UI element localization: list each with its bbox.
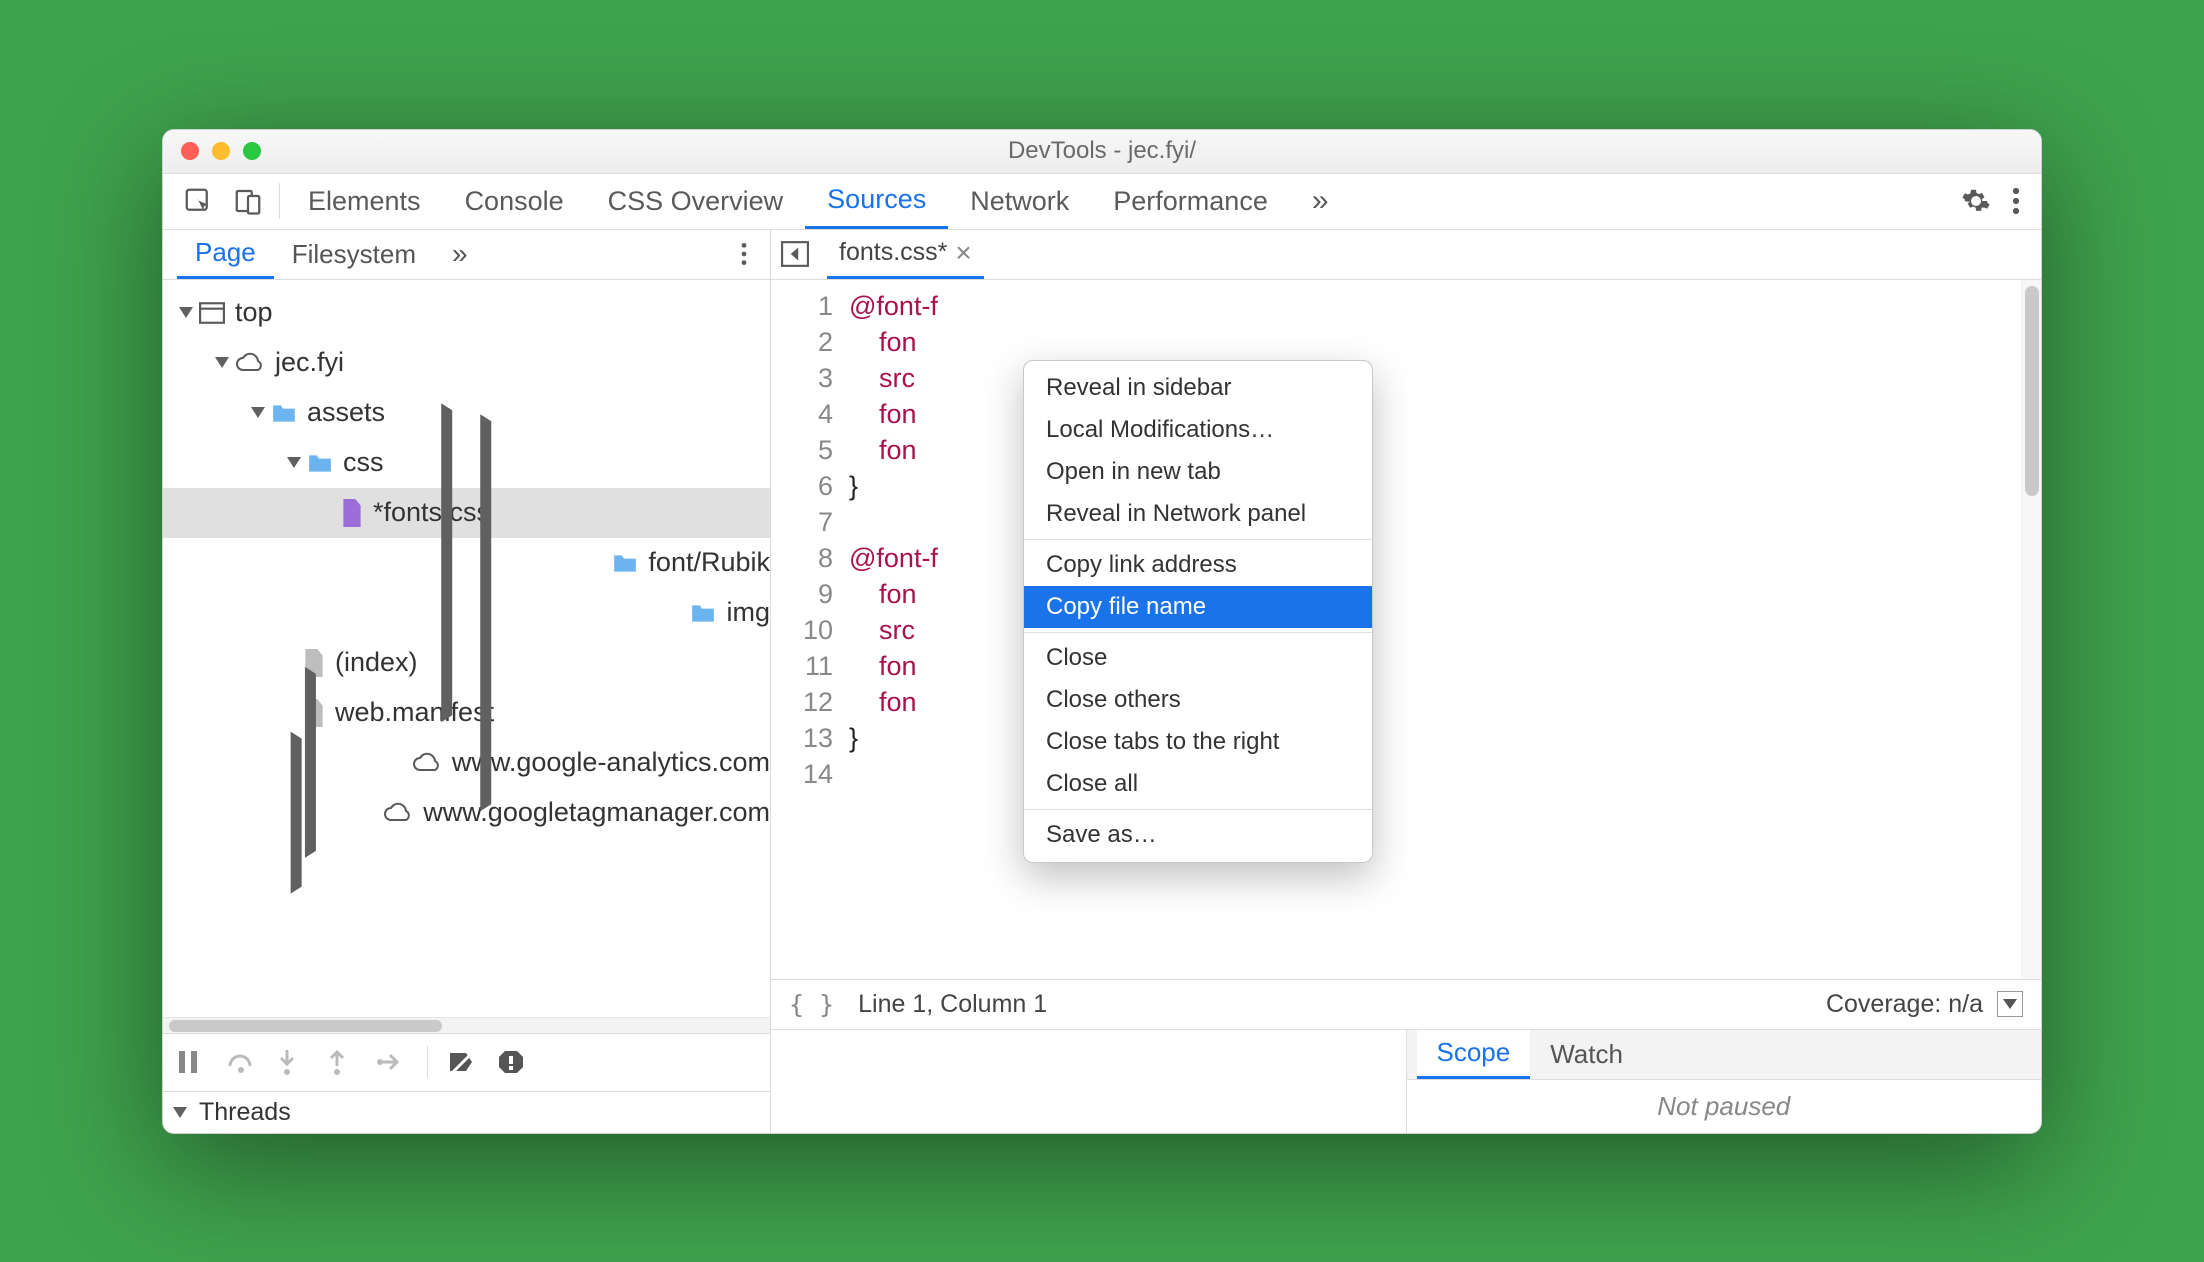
tree-fonts-css-label: *fonts.css xyxy=(373,497,490,528)
navigator-scrollbar[interactable] xyxy=(163,1017,770,1033)
tree-index[interactable]: (index) xyxy=(163,638,770,688)
tree-img-label: img xyxy=(726,597,770,628)
tree-img[interactable]: img xyxy=(163,588,770,638)
tree-top[interactable]: top xyxy=(163,288,770,338)
tab-scope[interactable]: Scope xyxy=(1417,1030,1531,1079)
deactivate-breakpoints-icon[interactable] xyxy=(448,1049,478,1075)
frame-icon xyxy=(199,302,225,324)
file-tree[interactable]: top jec.fyi assets css xyxy=(163,280,770,1017)
traffic-zoom[interactable] xyxy=(243,142,261,160)
navigator-kebab-icon[interactable] xyxy=(740,241,756,267)
step-over-icon[interactable] xyxy=(227,1050,257,1074)
ctx-close-all[interactable]: Close all xyxy=(1024,763,1372,805)
folder-icon xyxy=(271,402,297,424)
editor-tabbar: fonts.css* × xyxy=(771,230,2041,280)
cloud-icon xyxy=(412,752,442,774)
tab-elements[interactable]: Elements xyxy=(286,174,443,229)
scope-watch-tabs: Scope Watch xyxy=(1407,1030,2042,1080)
tab-css-overview[interactable]: CSS Overview xyxy=(586,174,806,229)
titlebar: DevTools - jec.fyi/ xyxy=(163,130,2041,174)
file-css-icon xyxy=(341,499,363,527)
ctx-reveal-sidebar[interactable]: Reveal in sidebar xyxy=(1024,367,1372,409)
pause-icon[interactable] xyxy=(177,1049,207,1075)
tab-console[interactable]: Console xyxy=(443,174,586,229)
not-paused-label: Not paused xyxy=(1657,1091,1790,1122)
pretty-print-icon[interactable]: { } xyxy=(789,990,834,1019)
step-into-icon[interactable] xyxy=(277,1048,307,1076)
tree-assets-label: assets xyxy=(307,397,385,428)
tree-top-label: top xyxy=(235,297,273,328)
tree-domain[interactable]: jec.fyi xyxy=(163,338,770,388)
tree-font[interactable]: font/Rubik xyxy=(163,538,770,588)
tab-network[interactable]: Network xyxy=(948,174,1091,229)
editor-statusbar: { } Line 1, Column 1 Coverage: n/a xyxy=(771,979,2041,1029)
kebab-menu-icon[interactable] xyxy=(2001,174,2031,229)
debugger-toolbar xyxy=(163,1033,770,1091)
tree-domain-label: jec.fyi xyxy=(275,347,344,378)
step-out-icon[interactable] xyxy=(327,1048,357,1076)
debugger-left-pane xyxy=(771,1030,1407,1133)
editor-scrollbar[interactable] xyxy=(2021,280,2041,979)
tree-gtm-label: www.googletagmanager.com xyxy=(423,797,770,828)
cloud-icon xyxy=(383,802,413,824)
context-menu[interactable]: Reveal in sidebar Local Modifications… O… xyxy=(1023,360,1373,863)
settings-gear-icon[interactable] xyxy=(1951,174,2001,229)
window-title: DevTools - jec.fyi/ xyxy=(303,137,2041,165)
traffic-minimize[interactable] xyxy=(212,142,230,160)
ctx-save-as[interactable]: Save as… xyxy=(1024,809,1372,856)
inspect-icon[interactable] xyxy=(173,174,223,229)
tree-css[interactable]: css xyxy=(163,438,770,488)
tab-performance[interactable]: Performance xyxy=(1091,174,1290,229)
cloud-icon xyxy=(235,352,265,374)
device-toggle-icon[interactable] xyxy=(223,174,273,229)
coverage-label: Coverage: n/a xyxy=(1826,990,1983,1019)
tree-ga-label: www.google-analytics.com xyxy=(452,747,770,778)
tree-assets[interactable]: assets xyxy=(163,388,770,438)
code-content[interactable]: @font-f fon src Rubik/Rubik-Regular.ttf)… xyxy=(843,280,2021,979)
close-tab-icon[interactable]: × xyxy=(955,237,971,269)
devtools-window: DevTools - jec.fyi/ Elements Console CSS… xyxy=(162,129,2042,1134)
line-gutter: 1234567891011121314 xyxy=(771,280,843,979)
ctx-close-right[interactable]: Close tabs to the right xyxy=(1024,721,1372,763)
tabs-overflow[interactable]: » xyxy=(1290,174,1351,229)
folder-icon xyxy=(612,552,638,574)
folder-icon xyxy=(307,452,333,474)
threads-section[interactable]: Threads xyxy=(163,1091,770,1133)
cursor-position: Line 1, Column 1 xyxy=(858,990,1047,1019)
ctx-copy-link[interactable]: Copy link address xyxy=(1024,539,1372,586)
main-toolbar: Elements Console CSS Overview Sources Ne… xyxy=(163,174,2041,230)
folder-icon xyxy=(690,602,716,624)
ctx-open-new-tab[interactable]: Open in new tab xyxy=(1024,451,1372,493)
pause-on-exceptions-icon[interactable] xyxy=(498,1049,528,1075)
coverage-dropdown-icon[interactable] xyxy=(1997,991,2023,1017)
file-tab-label: fonts.css* xyxy=(839,238,947,267)
traffic-close[interactable] xyxy=(181,142,199,160)
tree-manifest-label: web.manifest xyxy=(335,697,494,728)
ctx-close-others[interactable]: Close others xyxy=(1024,679,1372,721)
toggle-navigator-icon[interactable] xyxy=(781,241,809,267)
ctx-copy-filename[interactable]: Copy file name xyxy=(1024,586,1372,628)
step-icon[interactable] xyxy=(377,1051,407,1073)
tree-fonts-css[interactable]: *fonts.css xyxy=(163,488,770,538)
tree-css-label: css xyxy=(343,447,384,478)
file-tab[interactable]: fonts.css* × xyxy=(827,230,984,279)
navigator-pane: Page Filesystem » top jec.fyi xyxy=(163,230,771,1133)
tree-ga[interactable]: www.google-analytics.com xyxy=(163,738,770,788)
tree-gtm[interactable]: www.googletagmanager.com xyxy=(163,788,770,838)
tree-manifest[interactable]: web.manifest xyxy=(163,688,770,738)
ctx-reveal-network[interactable]: Reveal in Network panel xyxy=(1024,493,1372,535)
tab-watch[interactable]: Watch xyxy=(1530,1030,1643,1079)
subtab-filesystem[interactable]: Filesystem xyxy=(274,230,434,279)
ctx-local-modifications[interactable]: Local Modifications… xyxy=(1024,409,1372,451)
ctx-close[interactable]: Close xyxy=(1024,632,1372,679)
tree-font-label: font/Rubik xyxy=(648,547,770,578)
tree-index-label: (index) xyxy=(335,647,418,678)
threads-label: Threads xyxy=(199,1098,291,1127)
code-editor[interactable]: 1234567891011121314 @font-f fon src Rubi… xyxy=(771,280,2041,979)
scope-body: Not paused xyxy=(1407,1080,2042,1133)
subtab-page[interactable]: Page xyxy=(177,230,274,279)
tab-sources[interactable]: Sources xyxy=(805,174,948,229)
subtabs-overflow[interactable]: » xyxy=(434,230,486,279)
